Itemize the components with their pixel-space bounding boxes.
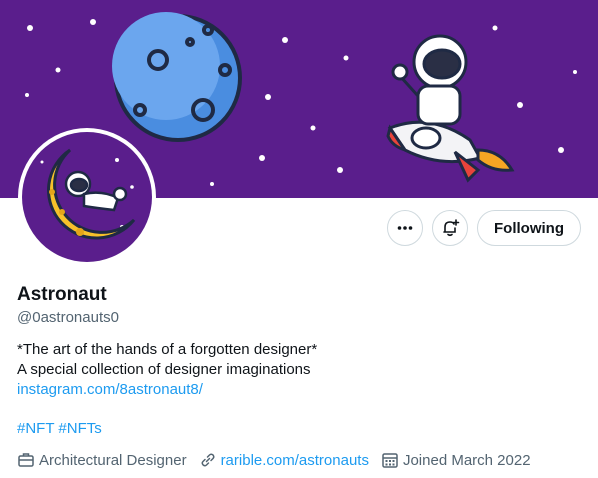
bio-line: *The art of the hands of a forgotten des… — [17, 341, 318, 358]
profile-handle: @0astronauts0 — [17, 309, 119, 326]
website-link[interactable]: rarible.com/astronauts — [221, 452, 369, 469]
category-text: Architectural Designer — [39, 451, 187, 469]
meta-joined: Joined March 2022 — [381, 451, 531, 469]
more-button[interactable] — [387, 210, 424, 246]
following-button[interactable]: Following — [477, 210, 581, 246]
rocket-astronaut-illustration — [386, 34, 515, 183]
hashtag-link[interactable]: #NFT — [17, 420, 54, 437]
profile-bio: *The art of the hands of a forgotten des… — [17, 340, 317, 400]
moon-astronaut-icon — [40, 148, 136, 240]
more-horizontal-icon — [397, 226, 413, 230]
profile-name: Astronaut — [17, 284, 107, 305]
calendar-icon — [382, 453, 398, 468]
bio-hashtags: #NFT #NFTs — [17, 420, 102, 437]
notify-button[interactable] — [432, 210, 469, 246]
profile-avatar[interactable] — [18, 128, 156, 266]
meta-website: rarible.com/astronauts — [199, 451, 369, 469]
profile-actions: Following — [387, 210, 581, 246]
bio-link[interactable]: instagram.com/8astronaut8/ — [17, 381, 203, 398]
bio-line: A special collection of designer imagina… — [17, 361, 311, 378]
hashtag-link[interactable]: #NFTs — [58, 420, 101, 437]
planet-illustration — [112, 12, 242, 142]
briefcase-icon — [18, 453, 34, 467]
profile-meta: Architectural Designer rarible.com/astro… — [17, 451, 543, 469]
bell-plus-icon — [443, 219, 460, 237]
meta-category: Architectural Designer — [17, 451, 187, 469]
link-icon — [201, 453, 215, 467]
joined-text: Joined March 2022 — [402, 451, 531, 469]
